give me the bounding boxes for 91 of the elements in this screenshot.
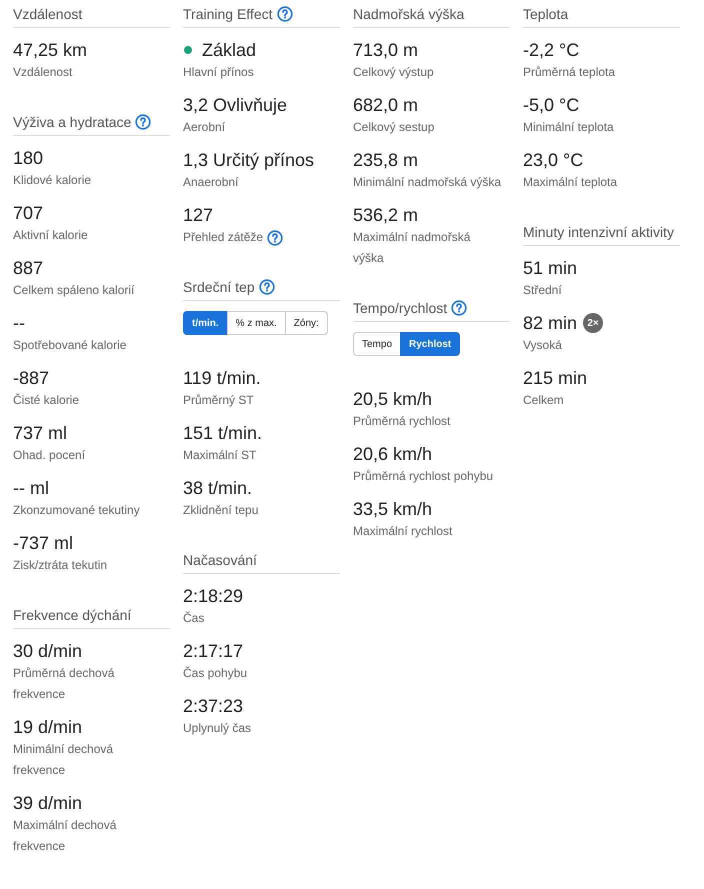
stat-label: Průměrná dechová frekvence [13, 665, 116, 703]
stat-value: -2,2 °C [523, 40, 580, 60]
stat-value: 39 d/min [13, 792, 82, 814]
stat-label: Průměrný ST [183, 392, 254, 409]
toggle-option[interactable]: % z max. [226, 311, 286, 335]
stat-label: Maximální nadmořská výška [353, 229, 472, 267]
stat-value: 2:18:29 [183, 586, 244, 606]
stat-value: 737 ml [13, 422, 68, 444]
stat-value: 20,6 km/h [353, 444, 432, 464]
stat-value: -5,0 °C [523, 94, 580, 116]
stat-value: 235,8 m [353, 150, 418, 170]
stat-label: Klidové kalorie [13, 172, 92, 189]
stat-label: Hlavní přínos [183, 64, 254, 81]
stat-value: 19 d/min [13, 716, 82, 738]
stat-label: Spotřebované kalorie [13, 337, 126, 354]
stat-label: Maximální rychlost [353, 523, 452, 540]
stat-label: Maximální teplota [523, 174, 618, 191]
stat-value: 682,0 m [353, 94, 418, 116]
section-title: Srdeční tep [183, 278, 255, 297]
section-title: Vzdálenost [13, 5, 82, 24]
toggle-option[interactable]: Rychlost [400, 332, 460, 356]
stat-value: 20,5 km/h [353, 388, 432, 410]
section-title: Výživa a hydratace [13, 113, 132, 132]
stat-label: Minimální nadmořská výška [353, 174, 502, 191]
stat-value: -- [13, 312, 25, 334]
stat-label: Čisté kalorie [13, 392, 80, 409]
stat-label: Čas pohybu [183, 665, 248, 682]
stat-label: Aerobní [183, 119, 226, 136]
stat-label: Ohad. pocení [13, 447, 86, 464]
stat-label: Zisk/ztráta tekutin [13, 557, 108, 574]
count-badge: 2× [583, 313, 604, 333]
stat-value: -- ml [13, 478, 49, 498]
help-icon[interactable] [258, 279, 275, 295]
stat-label: Přehled zátěže [183, 229, 264, 246]
toggle-option[interactable]: Tempo [353, 332, 402, 356]
stat-value: 119 t/min. [183, 368, 261, 388]
toggle-option[interactable]: Zóny: [284, 311, 328, 335]
stat-value: 127 [183, 204, 214, 226]
help-icon[interactable] [276, 6, 292, 22]
stat-value: 887 [13, 258, 44, 278]
stat-label: Průměrná rychlost [353, 413, 450, 430]
section-title: Nadmořská výška [353, 5, 464, 24]
section-title: Teplota [523, 5, 568, 24]
stat-label: Anaerobní [183, 174, 238, 191]
stat-value: 180 [13, 148, 44, 168]
stat-label: Střední [523, 282, 562, 299]
section-title: Načasování [183, 551, 257, 570]
stat-label: Uplynulý čas [183, 720, 252, 737]
stat-label: Celkem [523, 392, 564, 409]
section-title: Minuty intenzivní aktivity [523, 223, 674, 242]
stat-value: 536,2 m [353, 204, 418, 226]
stat-value: 38 t/min. [183, 478, 252, 498]
stat-value: 51 min [523, 258, 578, 278]
stat-label: Celkový výstup [353, 64, 434, 81]
stat-value: 2:37:23 [183, 696, 244, 716]
stat-label: Aktivní kalorie [13, 227, 88, 244]
stat-label: Vysoká [523, 337, 562, 354]
stat-value: -887 [13, 368, 50, 388]
stat-value: 215 min [523, 368, 588, 388]
stat-value: 713,0 m [353, 40, 418, 60]
stat-label: Maximální ST [183, 447, 256, 464]
stat-label: Čas [183, 610, 204, 627]
stat-label: Minimální teplota [523, 119, 614, 136]
stat-label: Minimální dechová frekvence [13, 741, 114, 779]
stat-label: Maximální dechová frekvence [13, 817, 118, 855]
stat-label: Zkonzumované tekutiny [13, 502, 140, 519]
toggle-option[interactable]: t/min. [183, 311, 228, 335]
stat-value: Základ [202, 40, 256, 60]
help-icon[interactable] [135, 114, 152, 130]
section-title: Frekvence dýchání [13, 606, 132, 625]
stat-value: 33,5 km/h [353, 498, 432, 520]
help-icon[interactable] [451, 300, 468, 316]
stat-label: Vzdálenost [13, 64, 72, 81]
stat-value: 1,3 Určitý přínos [183, 150, 314, 170]
stat-value: 2:17:17 [183, 640, 244, 662]
stat-value: 151 t/min. [183, 422, 262, 444]
stat-value: 3,2 Ovlivňuje [183, 94, 288, 116]
stat-label: Zklidnění tepu [183, 502, 258, 519]
stat-label: Průměrná teplota [523, 64, 616, 81]
stat-value: -737 ml [13, 532, 74, 554]
stat-value: 82 min [523, 312, 578, 334]
stat-label: Průměrná rychlost pohybu [353, 468, 494, 485]
section-title: Training Effect [183, 5, 272, 24]
stat-value: 707 [13, 202, 44, 224]
stat-value: 23,0 °C [523, 150, 584, 170]
stat-value: 30 d/min [13, 640, 82, 662]
stat-label: Celkový sestup [353, 119, 434, 136]
help-icon[interactable] [267, 230, 284, 246]
stat-value: 47,25 km [13, 40, 88, 60]
stat-label: Celkem spáleno kalorií [13, 282, 134, 299]
section-title: Tempo/rychlost [353, 299, 448, 318]
